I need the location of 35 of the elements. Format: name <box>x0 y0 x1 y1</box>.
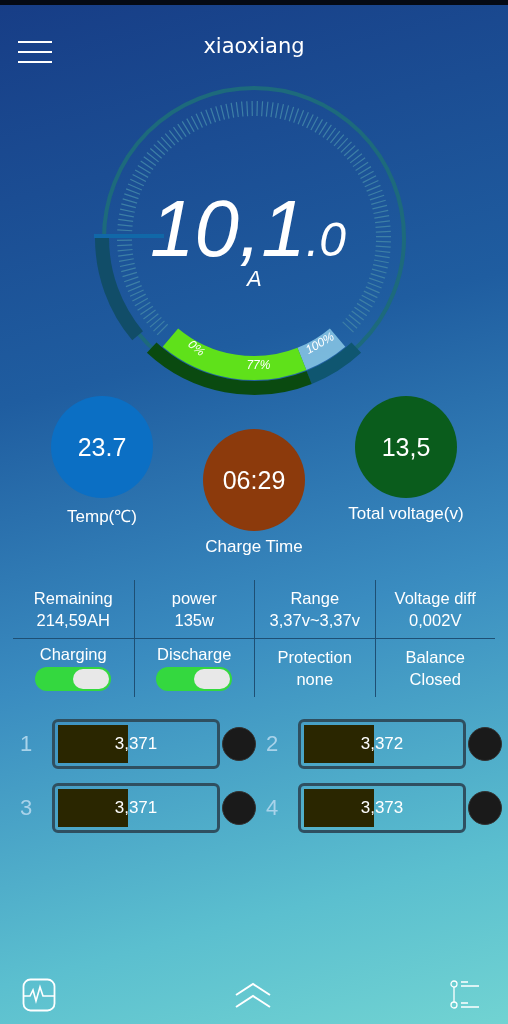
stat-value: 3,37v~3,37v <box>269 610 360 630</box>
cell-number: 2 <box>266 731 280 757</box>
stat-value: 0,002V <box>409 610 462 630</box>
current-unit: A <box>247 266 262 291</box>
reading-label: Total voltage(v) <box>348 504 464 524</box>
stat-value: 135w <box>174 610 214 630</box>
reading-circle: 23.7 <box>51 396 153 498</box>
stat-label: Range <box>290 588 340 608</box>
stat-label: Balance <box>405 647 466 667</box>
stat-value: Closed <box>409 669 461 689</box>
stat-value: none <box>296 669 334 689</box>
toggle-switch[interactable] <box>35 667 112 691</box>
soc-value-label: 77% <box>246 357 271 372</box>
cell-number: 1 <box>20 731 34 757</box>
current-decimal: .0 <box>306 213 347 266</box>
pulse-monitor-icon[interactable] <box>22 978 56 1012</box>
soc-min-label: 0% <box>185 337 208 359</box>
stat-value: 214,59AH <box>36 610 110 630</box>
stat-label: Charging <box>39 645 107 664</box>
stat-label: power <box>171 588 217 608</box>
reading-circle: 13,5 <box>355 396 457 498</box>
reading-label: Temp(℃) <box>67 506 137 527</box>
toggle-switch[interactable] <box>156 667 233 691</box>
reading-label: Charge Time <box>205 537 303 557</box>
timeline-list-icon[interactable] <box>450 980 480 1010</box>
double-chevron-up-icon[interactable] <box>235 982 271 1008</box>
app-title: xiaoxiang <box>203 34 305 58</box>
reading-circle: 06:29 <box>203 429 305 531</box>
stat-label: Voltage diff <box>394 588 476 608</box>
cell-number: 3 <box>20 795 34 821</box>
cell-number: 4 <box>266 795 280 821</box>
stat-label: Protection <box>277 647 352 667</box>
stat-label: Discharge <box>157 645 232 664</box>
stat-label: Remaining <box>33 588 113 608</box>
menu-icon[interactable] <box>17 40 53 64</box>
